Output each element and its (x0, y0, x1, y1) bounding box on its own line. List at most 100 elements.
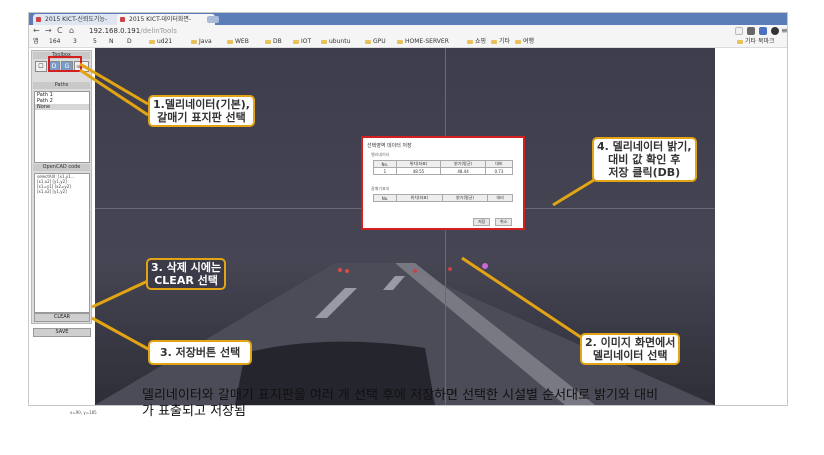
folder-icon (265, 39, 271, 44)
bookmark-folder[interactable]: Java (191, 37, 212, 47)
star-icon[interactable] (735, 27, 743, 35)
callout-step1: 1.델리네이터(기본), 갈매기 표지판 선택 (148, 95, 255, 127)
bookmark-label: ud21 (157, 38, 173, 45)
folder-icon (149, 39, 155, 44)
dialog-section-chevron: 갈매기표지 (371, 186, 390, 191)
dialog-section-delineator: 델리네이터 (371, 152, 390, 157)
bookmark-folder[interactable]: 쇼핑 (467, 37, 486, 47)
paths-header: Paths (33, 82, 90, 89)
bookmark-apps[interactable]: 앱 (33, 37, 39, 47)
bookmark-label: 쇼핑 (475, 38, 487, 45)
url-field[interactable]: 192.168.0.191/delinTools (89, 26, 177, 36)
extension-icon[interactable] (771, 27, 779, 35)
callout-text: 3. 저장버튼 선택 (160, 346, 241, 359)
bookmark-item[interactable]: D (127, 37, 132, 47)
bookmark-label: IOT (301, 38, 312, 45)
table-cell: 0.73 (484, 167, 514, 175)
extension-icon[interactable] (747, 27, 755, 35)
folder-icon (491, 39, 497, 44)
table-header-cell: 대비 (484, 160, 514, 168)
callout-text: 1.델리네이터(기본), 갈매기 표지판 선택 (153, 98, 250, 124)
new-tab-button[interactable] (207, 16, 219, 23)
callout-step3-clear: 3. 삭제 시에는 CLEAR 선택 (146, 258, 227, 290)
folder-icon (227, 39, 233, 44)
tool-select-button[interactable]: ☐ (35, 61, 47, 72)
bookmark-label: ubuntu (329, 38, 351, 45)
bookmark-folder[interactable]: HOME-SERVER (397, 37, 449, 47)
code-header: OpenCAD code (33, 164, 90, 171)
bookmark-label: GPU (373, 38, 386, 45)
tab-active[interactable]: 2015 KICT-데이터화면- (117, 14, 215, 25)
table-header-cell: 위치(좌표) (395, 160, 442, 168)
table-row: 1 48.55 48.44 0.73 (373, 167, 514, 175)
bookmark-folder[interactable]: 기타 (491, 37, 510, 47)
dialog-cancel-button[interactable]: 취소 (495, 218, 513, 226)
tool-highlight-box (48, 56, 82, 72)
bookmark-label: 여행 (523, 38, 535, 45)
clear-button[interactable]: CLEAR (34, 313, 90, 322)
callout-text: 4. 델리네이터 밝기, 대비 값 확인 후 저장 클릭(DB) (597, 140, 692, 179)
bookmark-label: HOME-SERVER (405, 38, 449, 45)
bookmarks-bar: 앱 164 3 5 N D ud21 Java WEB DB IOT ubunt… (29, 37, 787, 48)
folder-icon (293, 39, 299, 44)
extension-icon[interactable] (759, 27, 767, 35)
chevron-table: No. 위치(좌표) 밝기(평균) 대비 (372, 194, 513, 202)
bookmark-item[interactable]: 164 (49, 37, 60, 47)
callout-text: 3. 삭제 시에는 CLEAR 선택 (151, 261, 222, 287)
callout-text: 2. 이미지 화면에서 델리네이터 선택 (585, 336, 676, 362)
bookmark-folder[interactable]: ud21 (149, 37, 172, 47)
bookmark-folder[interactable]: 여행 (515, 37, 534, 47)
callout-step2: 2. 이미지 화면에서 델리네이터 선택 (580, 333, 681, 365)
bookmark-folder[interactable]: WEB (227, 37, 249, 47)
bookmark-other[interactable]: 기타 북마크 (737, 37, 775, 47)
bookmark-label: Java (199, 38, 212, 45)
table-cell: 48.55 (395, 167, 442, 175)
tab-favicon-icon (120, 17, 125, 22)
folder-icon (515, 39, 521, 44)
save-button[interactable]: SAVE (33, 328, 91, 337)
callout-step3-save: 3. 저장버튼 선택 (148, 340, 253, 365)
table-cell: 1 (373, 167, 397, 175)
bookmark-folder[interactable]: DB (265, 37, 282, 47)
reload-icon[interactable]: C (57, 25, 63, 37)
code-line: [x1,x2] [y1,y2] (37, 189, 67, 194)
table-header-cell: No. (373, 160, 397, 168)
bookmark-item[interactable]: 3 (73, 37, 77, 47)
bookmark-folder[interactable]: ubuntu (321, 37, 350, 47)
bookmark-label: 기타 (499, 38, 511, 45)
code-output[interactable]: selectAll(: [x1,y1... [x1,x2] [y1,y2] [x… (34, 173, 90, 313)
callout-step4: 4. 델리네이터 밝기, 대비 값 확인 후 저장 클릭(DB) (592, 137, 697, 182)
tool-panel: Toolbox ☐ D G none Paths Path 1 Path 2 N… (31, 50, 92, 324)
bookmark-label: WEB (235, 38, 249, 45)
bookmark-folder[interactable]: IOT (293, 37, 311, 47)
save-data-dialog: 선택영역 데이터 저장 델리네이터 No. 위치(좌표) 밝기(평균) 대비 1… (361, 136, 525, 230)
list-item[interactable]: None (35, 104, 89, 110)
folder-icon (397, 39, 403, 44)
page-caption: 델리네이터와 갈매기 표지판을 여러 개 선택 후에 저장하면 선택한 시설별 … (142, 388, 659, 419)
bookmark-label: DB (273, 38, 282, 45)
status-coordinates: x=90, y=185 (70, 410, 97, 415)
bookmark-label: 기타 북마크 (745, 38, 775, 45)
bookmark-item[interactable]: 5 (93, 37, 97, 47)
dialog-title: 선택영역 데이터 저장 (367, 143, 412, 149)
folder-icon (191, 39, 197, 44)
folder-icon (737, 39, 743, 44)
delineator-table: No. 위치(좌표) 밝기(평균) 대비 1 48.55 48.44 0.73 (373, 160, 514, 175)
url-host: 192.168.0.191 (89, 27, 141, 35)
folder-icon (365, 39, 371, 44)
back-icon[interactable]: ← (33, 25, 40, 37)
folder-icon (321, 39, 327, 44)
home-icon[interactable]: ⌂ (69, 25, 74, 37)
bookmark-item[interactable]: N (109, 37, 114, 47)
dialog-save-button[interactable]: 저장 (473, 218, 491, 226)
forward-icon[interactable]: → (45, 25, 52, 37)
paths-list[interactable]: Path 1 Path 2 None (34, 91, 90, 163)
table-cell: 48.44 (440, 167, 486, 175)
tab-bar: 2015 KICT-신뢰도기능- 2015 KICT-데이터화면- (29, 13, 787, 25)
menu-icon[interactable]: ≡ (781, 25, 788, 37)
tab-label: 2015 KICT-신뢰도기능- (45, 16, 108, 23)
tab-label: 2015 KICT-데이터화면- (129, 16, 192, 23)
bookmark-folder[interactable]: GPU (365, 37, 386, 47)
tab-inactive[interactable]: 2015 KICT-신뢰도기능- (33, 14, 125, 25)
table-header-cell: 밝기(평균) (440, 160, 486, 168)
